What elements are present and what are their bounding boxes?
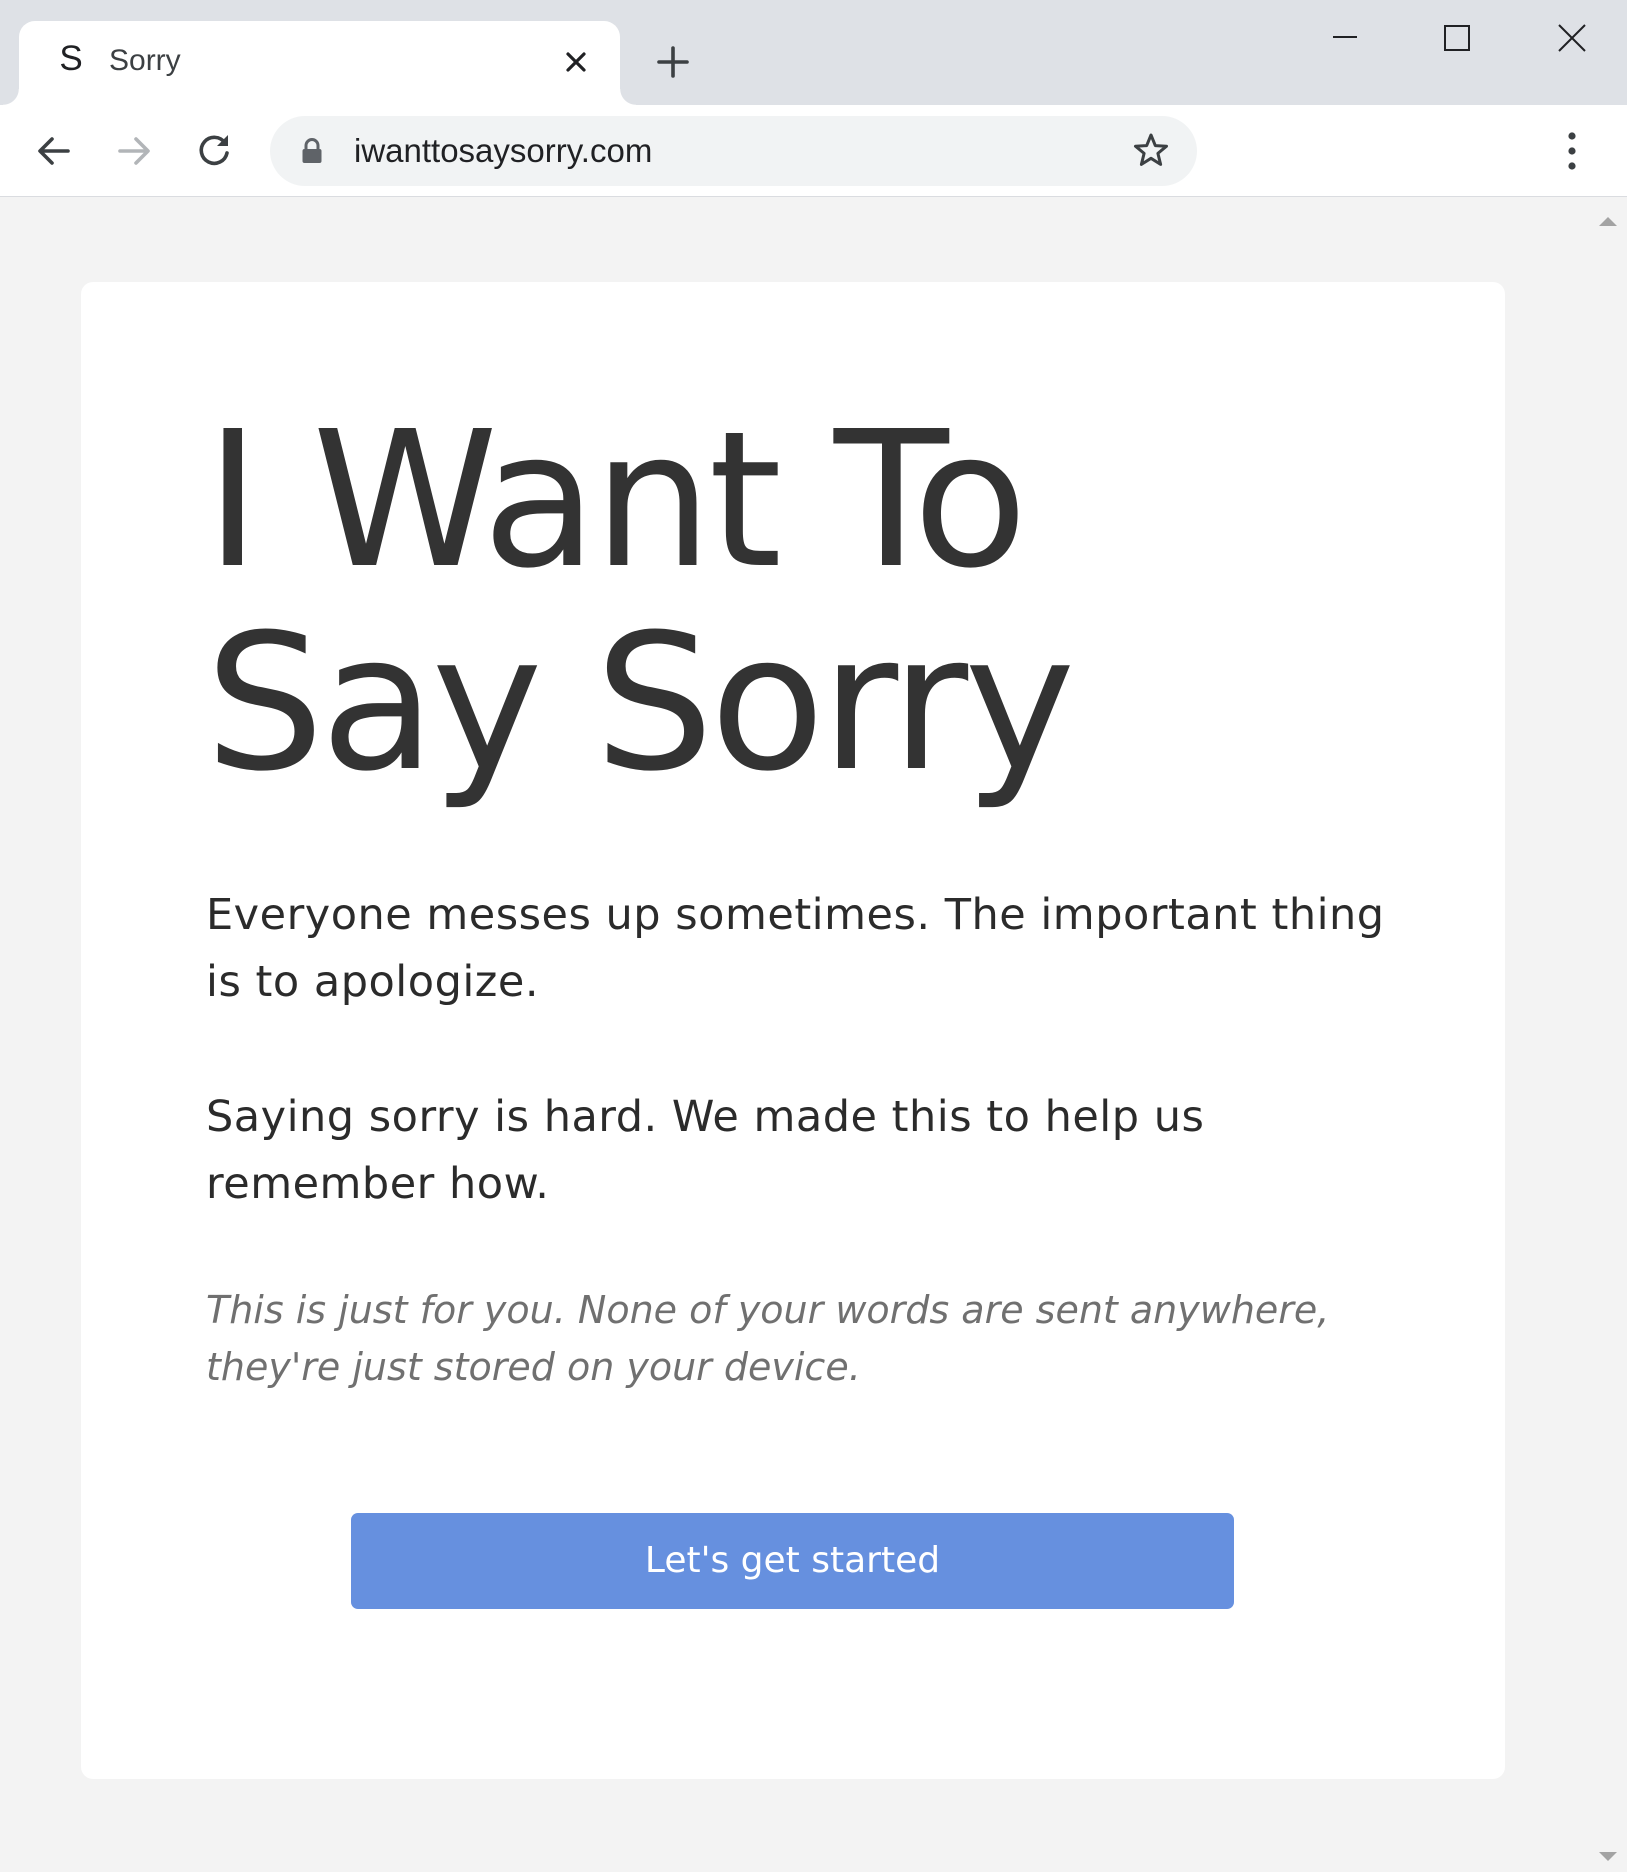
- kebab-menu-icon[interactable]: [1555, 127, 1589, 175]
- headline-line-2: Say Sorry: [205, 594, 1075, 813]
- headline-line-1: I Want To: [205, 391, 1028, 610]
- tab-strip: S Sorry: [0, 0, 1627, 105]
- url-text[interactable]: iwanttosaysorry.com: [354, 131, 652, 171]
- close-icon[interactable]: [561, 47, 591, 77]
- browser-toolbar: iwanttosaysorry.com: [0, 105, 1627, 197]
- arrow-left-icon[interactable]: [32, 129, 76, 173]
- privacy-note: This is just for you. None of your words…: [206, 1288, 1330, 1389]
- minimize-icon[interactable]: [1305, 16, 1385, 60]
- tab-title: Sorry: [109, 44, 181, 77]
- get-started-button[interactable]: Let's get started: [351, 1513, 1234, 1609]
- page-title: I Want To Say Sorry: [205, 399, 1385, 805]
- tab-sorry[interactable]: S Sorry: [3, 21, 636, 105]
- window-close-icon[interactable]: [1531, 16, 1611, 60]
- plus-icon[interactable]: [655, 44, 691, 80]
- page-viewport: I Want To Say Sorry Everyone messes up s…: [0, 197, 1627, 1872]
- reload-icon[interactable]: [192, 129, 236, 173]
- scroll-down-arrow-icon[interactable]: [1597, 1849, 1619, 1863]
- star-icon[interactable]: [1130, 130, 1172, 172]
- address-bar[interactable]: iwanttosaysorry.com: [270, 116, 1197, 186]
- browser-window: S Sorry iwanttosaysorry.com I Want To Sa…: [0, 0, 1627, 1872]
- favicon: S: [59, 39, 83, 78]
- maximize-icon[interactable]: [1416, 16, 1496, 60]
- intro-card: I Want To Say Sorry Everyone messes up s…: [81, 282, 1505, 1779]
- scroll-up-arrow-icon[interactable]: [1597, 213, 1619, 227]
- arrow-right-icon[interactable]: [112, 129, 156, 173]
- lock-icon[interactable]: [300, 138, 324, 164]
- intro-paragraph: Everyone messes up sometimes. The import…: [206, 890, 1385, 1007]
- purpose-paragraph: Saying sorry is hard. We made this to he…: [206, 1092, 1205, 1209]
